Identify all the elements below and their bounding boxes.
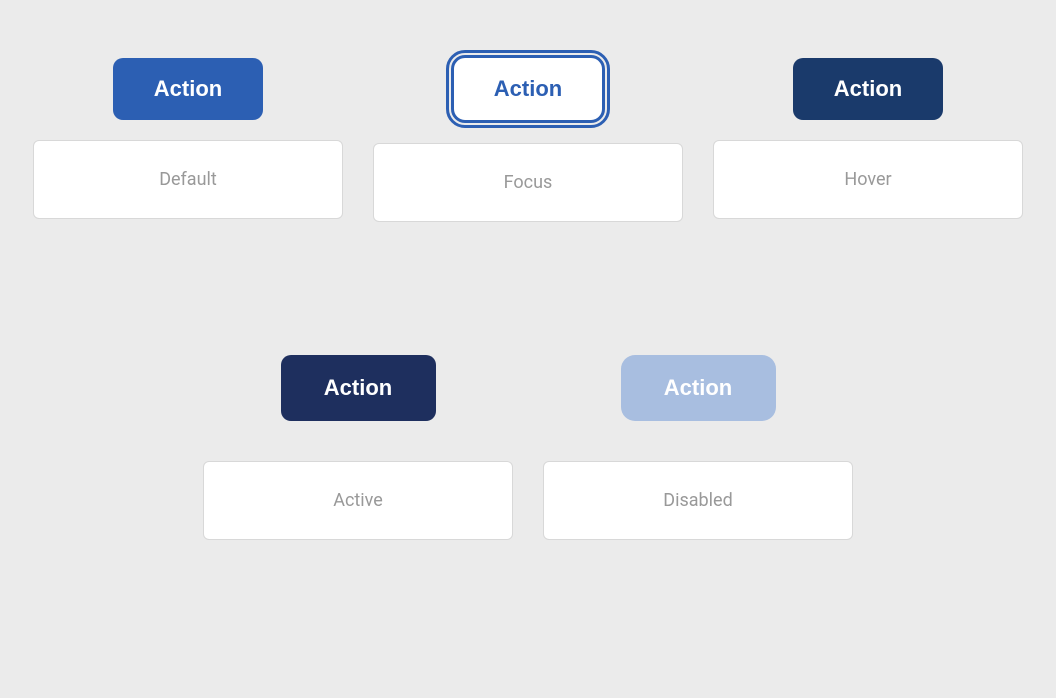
col-default: Action Default (18, 58, 358, 219)
active-button[interactable]: Action (281, 355, 436, 421)
main-container: Action Default Action Focus Action Hover… (0, 0, 1056, 698)
hover-label-box: Hover (713, 140, 1023, 219)
disabled-label-box: Disabled (543, 461, 853, 540)
default-button[interactable]: Action (113, 58, 263, 120)
default-label-box: Default (33, 140, 343, 219)
focus-state-label: Focus (504, 172, 553, 193)
focus-label-box: Focus (373, 143, 683, 222)
active-state-label: Active (333, 490, 383, 511)
disabled-button: Action (621, 355, 776, 421)
focus-button[interactable]: Action (451, 55, 605, 123)
col-focus: Action Focus (358, 55, 698, 222)
button-state-row-1: Action Default Action Focus Action Hover (0, 55, 1056, 222)
hover-button[interactable]: Action (793, 58, 943, 120)
active-label-box: Active (203, 461, 513, 540)
col-active: Action Active (188, 355, 528, 540)
default-state-label: Default (159, 169, 217, 190)
disabled-state-label: Disabled (663, 490, 732, 511)
button-state-row-2: Action Active Action Disabled (0, 355, 1056, 540)
col-hover: Action Hover (698, 58, 1038, 219)
col-disabled: Action Disabled (528, 355, 868, 540)
hover-state-label: Hover (844, 169, 891, 190)
